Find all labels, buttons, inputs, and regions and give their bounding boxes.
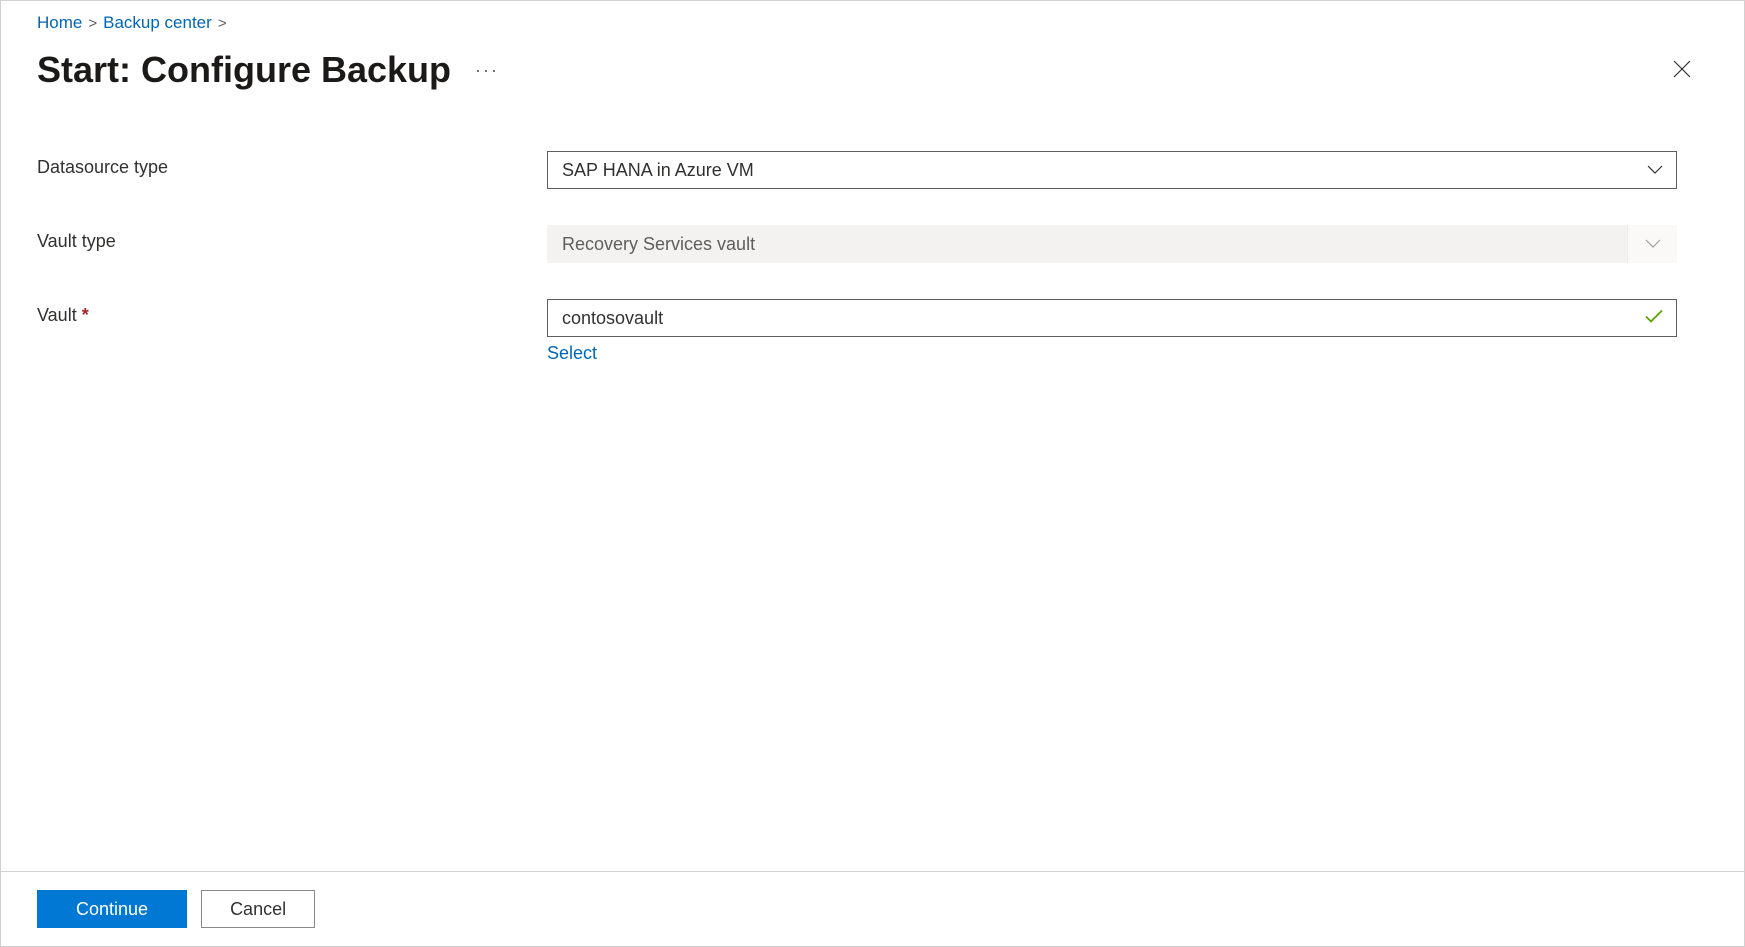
chevron-right-icon: > (88, 15, 97, 32)
more-actions-button[interactable]: ··· (475, 60, 499, 81)
cancel-button[interactable]: Cancel (201, 890, 315, 928)
vault-type-label: Vault type (37, 225, 547, 252)
close-icon (1672, 67, 1692, 82)
required-indicator: * (82, 305, 89, 325)
footer-toolbar: Continue Cancel (1, 871, 1744, 946)
datasource-type-select[interactable]: SAP HANA in Azure VM (547, 151, 1677, 189)
breadcrumb-backup-center-link[interactable]: Backup center (103, 13, 212, 33)
vault-type-select: Recovery Services vault (547, 225, 1677, 263)
page-title: Start: Configure Backup (37, 49, 451, 91)
vault-type-row: Vault type Recovery Services vault (37, 225, 1677, 263)
breadcrumb: Home > Backup center > (37, 13, 1708, 33)
chevron-down-icon (1627, 225, 1677, 263)
vault-input[interactable] (547, 299, 1677, 337)
continue-button[interactable]: Continue (37, 890, 187, 928)
datasource-type-row: Datasource type SAP HANA in Azure VM (37, 151, 1677, 189)
close-button[interactable] (1664, 51, 1700, 90)
datasource-type-label: Datasource type (37, 151, 547, 178)
check-icon (1645, 310, 1663, 327)
vault-row: Vault * Select (37, 299, 1677, 364)
vault-label: Vault * (37, 299, 547, 326)
select-vault-link[interactable]: Select (547, 343, 1677, 364)
breadcrumb-home-link[interactable]: Home (37, 13, 82, 33)
chevron-right-icon: > (218, 15, 227, 32)
